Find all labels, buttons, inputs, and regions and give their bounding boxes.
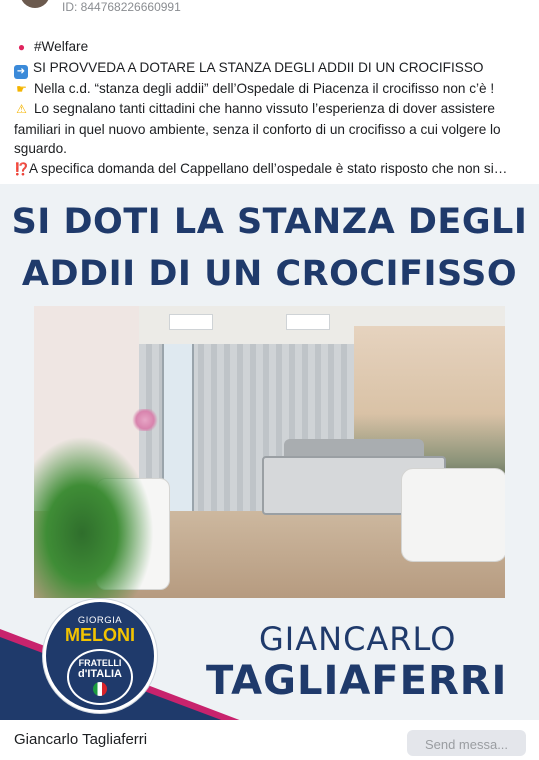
interrobang-icon: ⁉️ [14,161,29,176]
ceiling-light [169,314,213,330]
post-line-4: A specifica domanda del Cappellano dell’… [28,160,508,176]
logo-emblem: FRATELLI d'ITALIA [67,649,133,705]
armchair [401,468,505,562]
page-name[interactable]: Giancarlo Tagliaferri [14,731,147,748]
red-circle-icon: ● [17,40,26,54]
right-arrow-icon: ➜ [14,64,28,79]
logo-sub-text-2: d'ITALIA [78,668,122,680]
plant [34,436,154,598]
ad-headline-line-2: ADDII DI UN CROCIFISSO [21,254,518,294]
post-line-3: Lo segnalano tanti cittadini che hanno v… [14,101,501,156]
avatar[interactable] [20,0,50,8]
tricolor-flame-icon [93,682,107,696]
post-id: ID: 844768226660991 [62,0,181,14]
party-logo: GIORGIA MELONI FRATELLI d'ITALIA [43,599,157,713]
ceiling-light [286,314,330,330]
post-text: ● #Welfare ➜ SI PROVVEDA A DOTARE LA STANZ… [14,37,529,179]
candidate-first-name: GIANCARLO [259,620,457,658]
pointing-hand-icon: ☛ [16,81,27,96]
room-photo [34,306,505,598]
warning-icon: ⚠ [16,102,27,116]
ad-image[interactable]: SI DOTI LA STANZA DEGLI ADDII DI UN CROC… [0,184,539,720]
hashtag-link[interactable]: #Welfare [34,39,88,54]
logo-main-text: MELONI [65,625,135,645]
candidate-last-name: TAGLIAFERRI [206,658,508,704]
send-message-button[interactable]: Send messa... [407,730,526,756]
post-line-2: Nella c.d. “stanza degli addii” dell’Osp… [34,80,495,96]
post-line-1: SI PROVVEDA A DOTARE LA STANZA DEGLI ADD… [33,59,484,75]
orchid-flower [131,409,159,431]
ad-headline-line-1: SI DOTI LA STANZA DEGLI [11,202,528,242]
logo-sub-text-1: FRATELLI [78,658,122,668]
